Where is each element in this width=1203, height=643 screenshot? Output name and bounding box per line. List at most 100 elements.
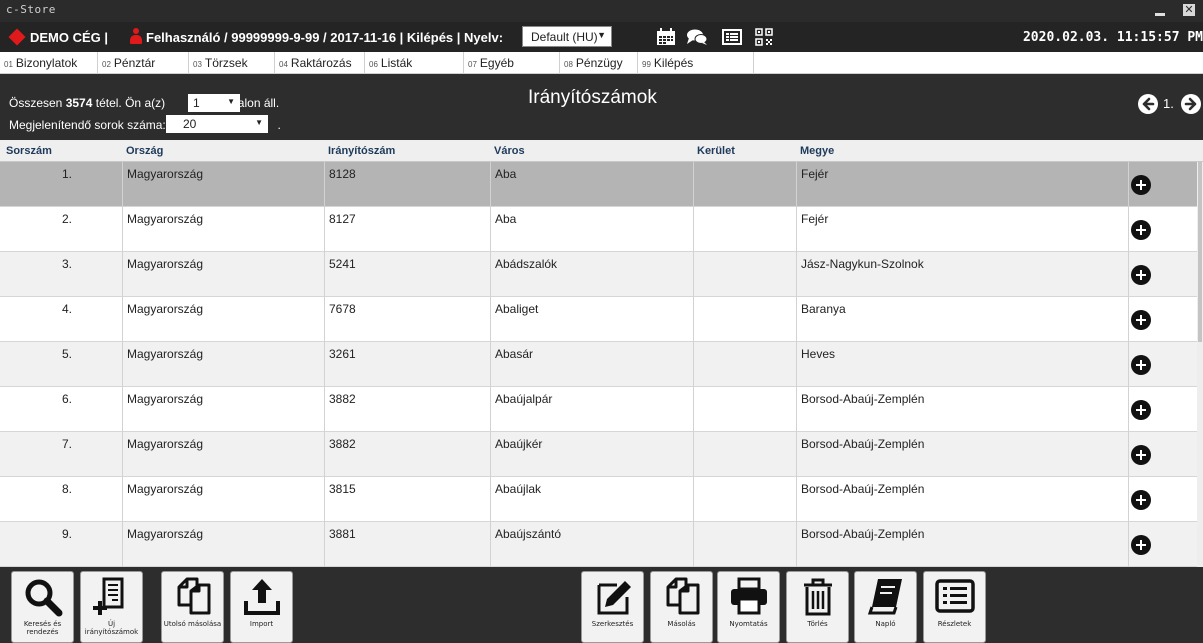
- new-zip-label: Új irányítószámok: [84, 620, 139, 636]
- total-prefix: Összesen: [9, 96, 63, 110]
- copy-last-label: Utolsó másolása: [163, 620, 222, 628]
- chat-icon[interactable]: [686, 28, 708, 46]
- table-row[interactable]: 2. Magyarország 8127 Aba Fejér: [0, 207, 1203, 252]
- language-select-value: Default (HU): [531, 30, 598, 44]
- cell-varos: Abaliget: [490, 297, 693, 342]
- cell-kerulet: [693, 477, 796, 522]
- datetime-display: 2020.02.03. 11:15:57 PM: [1022, 30, 1203, 45]
- cell-sorszam: 6.: [61, 392, 72, 406]
- menu-item-listak[interactable]: 06 Listák: [365, 52, 464, 74]
- print-button[interactable]: Nyomtatás: [717, 571, 780, 643]
- copy-last-button[interactable]: Utolsó másolása: [161, 571, 224, 643]
- rows-per-page-select[interactable]: 20 ▼: [166, 115, 268, 133]
- company-name[interactable]: DEMO CÉG |: [30, 30, 108, 45]
- cell-megye: Borsod-Abaúj-Zemplén: [796, 522, 1128, 567]
- expand-row-plus-icon[interactable]: [1131, 490, 1151, 510]
- menu-item-penztar[interactable]: 02 Pénztár: [98, 52, 189, 74]
- cell-iranyitoszam: 3882: [324, 387, 490, 432]
- cell-varos: Abaújkér: [490, 432, 693, 477]
- book-icon: [867, 579, 902, 615]
- table-row[interactable]: 7. Magyarország 3882 Abaújkér Borsod-Abaúj-Z…: [0, 432, 1203, 477]
- cell-kerulet: [693, 252, 796, 297]
- current-page: 1.: [1163, 96, 1174, 111]
- cell-kerulet: [693, 342, 796, 387]
- scrollbar-thumb[interactable]: [1198, 162, 1202, 342]
- new-zip-button[interactable]: Új irányítószámok: [80, 571, 143, 643]
- column-header-sorszam[interactable]: Sorszám: [6, 145, 52, 157]
- column-header-kerulet[interactable]: Kerület: [697, 145, 735, 157]
- copy-button[interactable]: Másolás: [650, 571, 713, 643]
- expand-row-plus-icon[interactable]: [1131, 445, 1151, 465]
- menu-item-bizonylatok[interactable]: 01 Bizonylatok: [0, 52, 98, 74]
- expand-row-plus-icon[interactable]: [1131, 220, 1151, 240]
- cell-kerulet: [693, 207, 796, 252]
- table-row[interactable]: 1. Magyarország 8128 Aba Fejér: [0, 162, 1203, 207]
- table-row[interactable]: 6. Magyarország 3882 Abaújalpár Borsod-Abaúj…: [0, 387, 1203, 432]
- cell-iranyitoszam: 3261: [324, 342, 490, 387]
- cell-sorszam: 8.: [61, 482, 72, 496]
- menu-item-label: Törzsek: [204, 56, 248, 70]
- cell-iranyitoszam: 8127: [324, 207, 490, 252]
- expand-row-plus-icon[interactable]: [1131, 175, 1151, 195]
- import-button[interactable]: Import: [230, 571, 293, 643]
- expand-row-plus-icon[interactable]: [1131, 310, 1151, 330]
- table-row[interactable]: 9. Magyarország 3881 Abaújszántó Borsod-Abaú…: [0, 522, 1203, 567]
- search-sort-button[interactable]: Keresés és rendezés: [11, 571, 74, 643]
- column-header-iranyitoszam[interactable]: Irányítószám: [328, 145, 395, 157]
- column-header-varos[interactable]: Város: [494, 145, 525, 157]
- cell-kerulet: [693, 387, 796, 432]
- cell-orszag: Magyarország: [122, 252, 324, 297]
- qr-code-icon[interactable]: [754, 28, 774, 46]
- menu-item-label: Egyéb: [479, 56, 514, 70]
- column-header-megye[interactable]: Megye: [800, 145, 834, 157]
- menu-item-label: Pénztár: [113, 56, 156, 70]
- details-button[interactable]: Részletek: [923, 571, 986, 643]
- new-document-icon: [92, 577, 123, 615]
- log-button[interactable]: Napló: [854, 571, 917, 643]
- delete-button[interactable]: Törlés: [786, 571, 849, 643]
- list-icon[interactable]: [722, 28, 742, 46]
- rows-label: Megjelenítendő sorok száma:: [9, 118, 166, 132]
- column-header-orszag[interactable]: Ország: [126, 145, 163, 157]
- expand-row-plus-icon[interactable]: [1131, 400, 1151, 420]
- table-row[interactable]: 3. Magyarország 5241 Abádszalók Jász-Nagykun…: [0, 252, 1203, 297]
- page-select[interactable]: 1 ▼: [188, 94, 240, 112]
- expand-row-plus-icon[interactable]: [1131, 535, 1151, 555]
- table-row[interactable]: 8. Magyarország 3815 Abaújlak Borsod-Abaúj-Z…: [0, 477, 1203, 522]
- cell-varos: Abasár: [490, 342, 693, 387]
- language-select[interactable]: Default (HU) ▼: [522, 26, 612, 47]
- cell-orszag: Magyarország: [122, 207, 324, 252]
- menu-item-raktarozas[interactable]: 04 Raktározás: [275, 52, 365, 74]
- search-icon: [25, 579, 62, 617]
- menu-item-egyeb[interactable]: 07 Egyéb: [464, 52, 560, 74]
- table-scrollbar[interactable]: [1197, 162, 1203, 567]
- close-button[interactable]: ✕: [1183, 4, 1195, 16]
- expand-row-plus-icon[interactable]: [1131, 355, 1151, 375]
- menu-item-number: 07: [468, 60, 477, 69]
- cell-sorszam: 9.: [61, 527, 72, 541]
- search-sort-label: Keresés és rendezés: [23, 620, 62, 636]
- cell-orszag: Magyarország: [122, 522, 324, 567]
- cell-megye: Borsod-Abaúj-Zemplén: [796, 477, 1128, 522]
- table-row[interactable]: 4. Magyarország 7678 Abaliget Baranya: [0, 297, 1203, 342]
- edit-button[interactable]: Szerkesztés: [581, 571, 644, 643]
- next-page-button[interactable]: [1181, 94, 1201, 114]
- main-menu: 01 Bizonylatok 02 Pénztár 03 Törzsek 04 Rakt…: [0, 52, 1203, 74]
- cell-varos: Aba: [490, 162, 693, 207]
- menu-item-number: 99: [642, 60, 651, 69]
- cell-orszag: Magyarország: [122, 432, 324, 477]
- menu-item-penzugy[interactable]: 08 Pénzügy: [560, 52, 638, 74]
- cell-orszag: Magyarország: [122, 342, 324, 387]
- table-row[interactable]: 5. Magyarország 3261 Abasár Heves: [0, 342, 1203, 387]
- cell-megye: Baranya: [796, 297, 1128, 342]
- calendar-icon[interactable]: [656, 28, 676, 46]
- menu-item-kilepes[interactable]: 99 Kilépés: [638, 52, 754, 74]
- cell-varos: Abádszalók: [490, 252, 693, 297]
- user-info[interactable]: Felhasználó / 99999999-9-99 / 2017-11-16…: [146, 30, 503, 45]
- minimize-button[interactable]: [1153, 2, 1167, 18]
- upload-icon: [243, 579, 280, 615]
- expand-row-plus-icon[interactable]: [1131, 265, 1151, 285]
- menu-item-number: 04: [279, 60, 288, 69]
- previous-page-button[interactable]: [1138, 94, 1158, 114]
- menu-item-torzsek[interactable]: 03 Törzsek: [189, 52, 275, 74]
